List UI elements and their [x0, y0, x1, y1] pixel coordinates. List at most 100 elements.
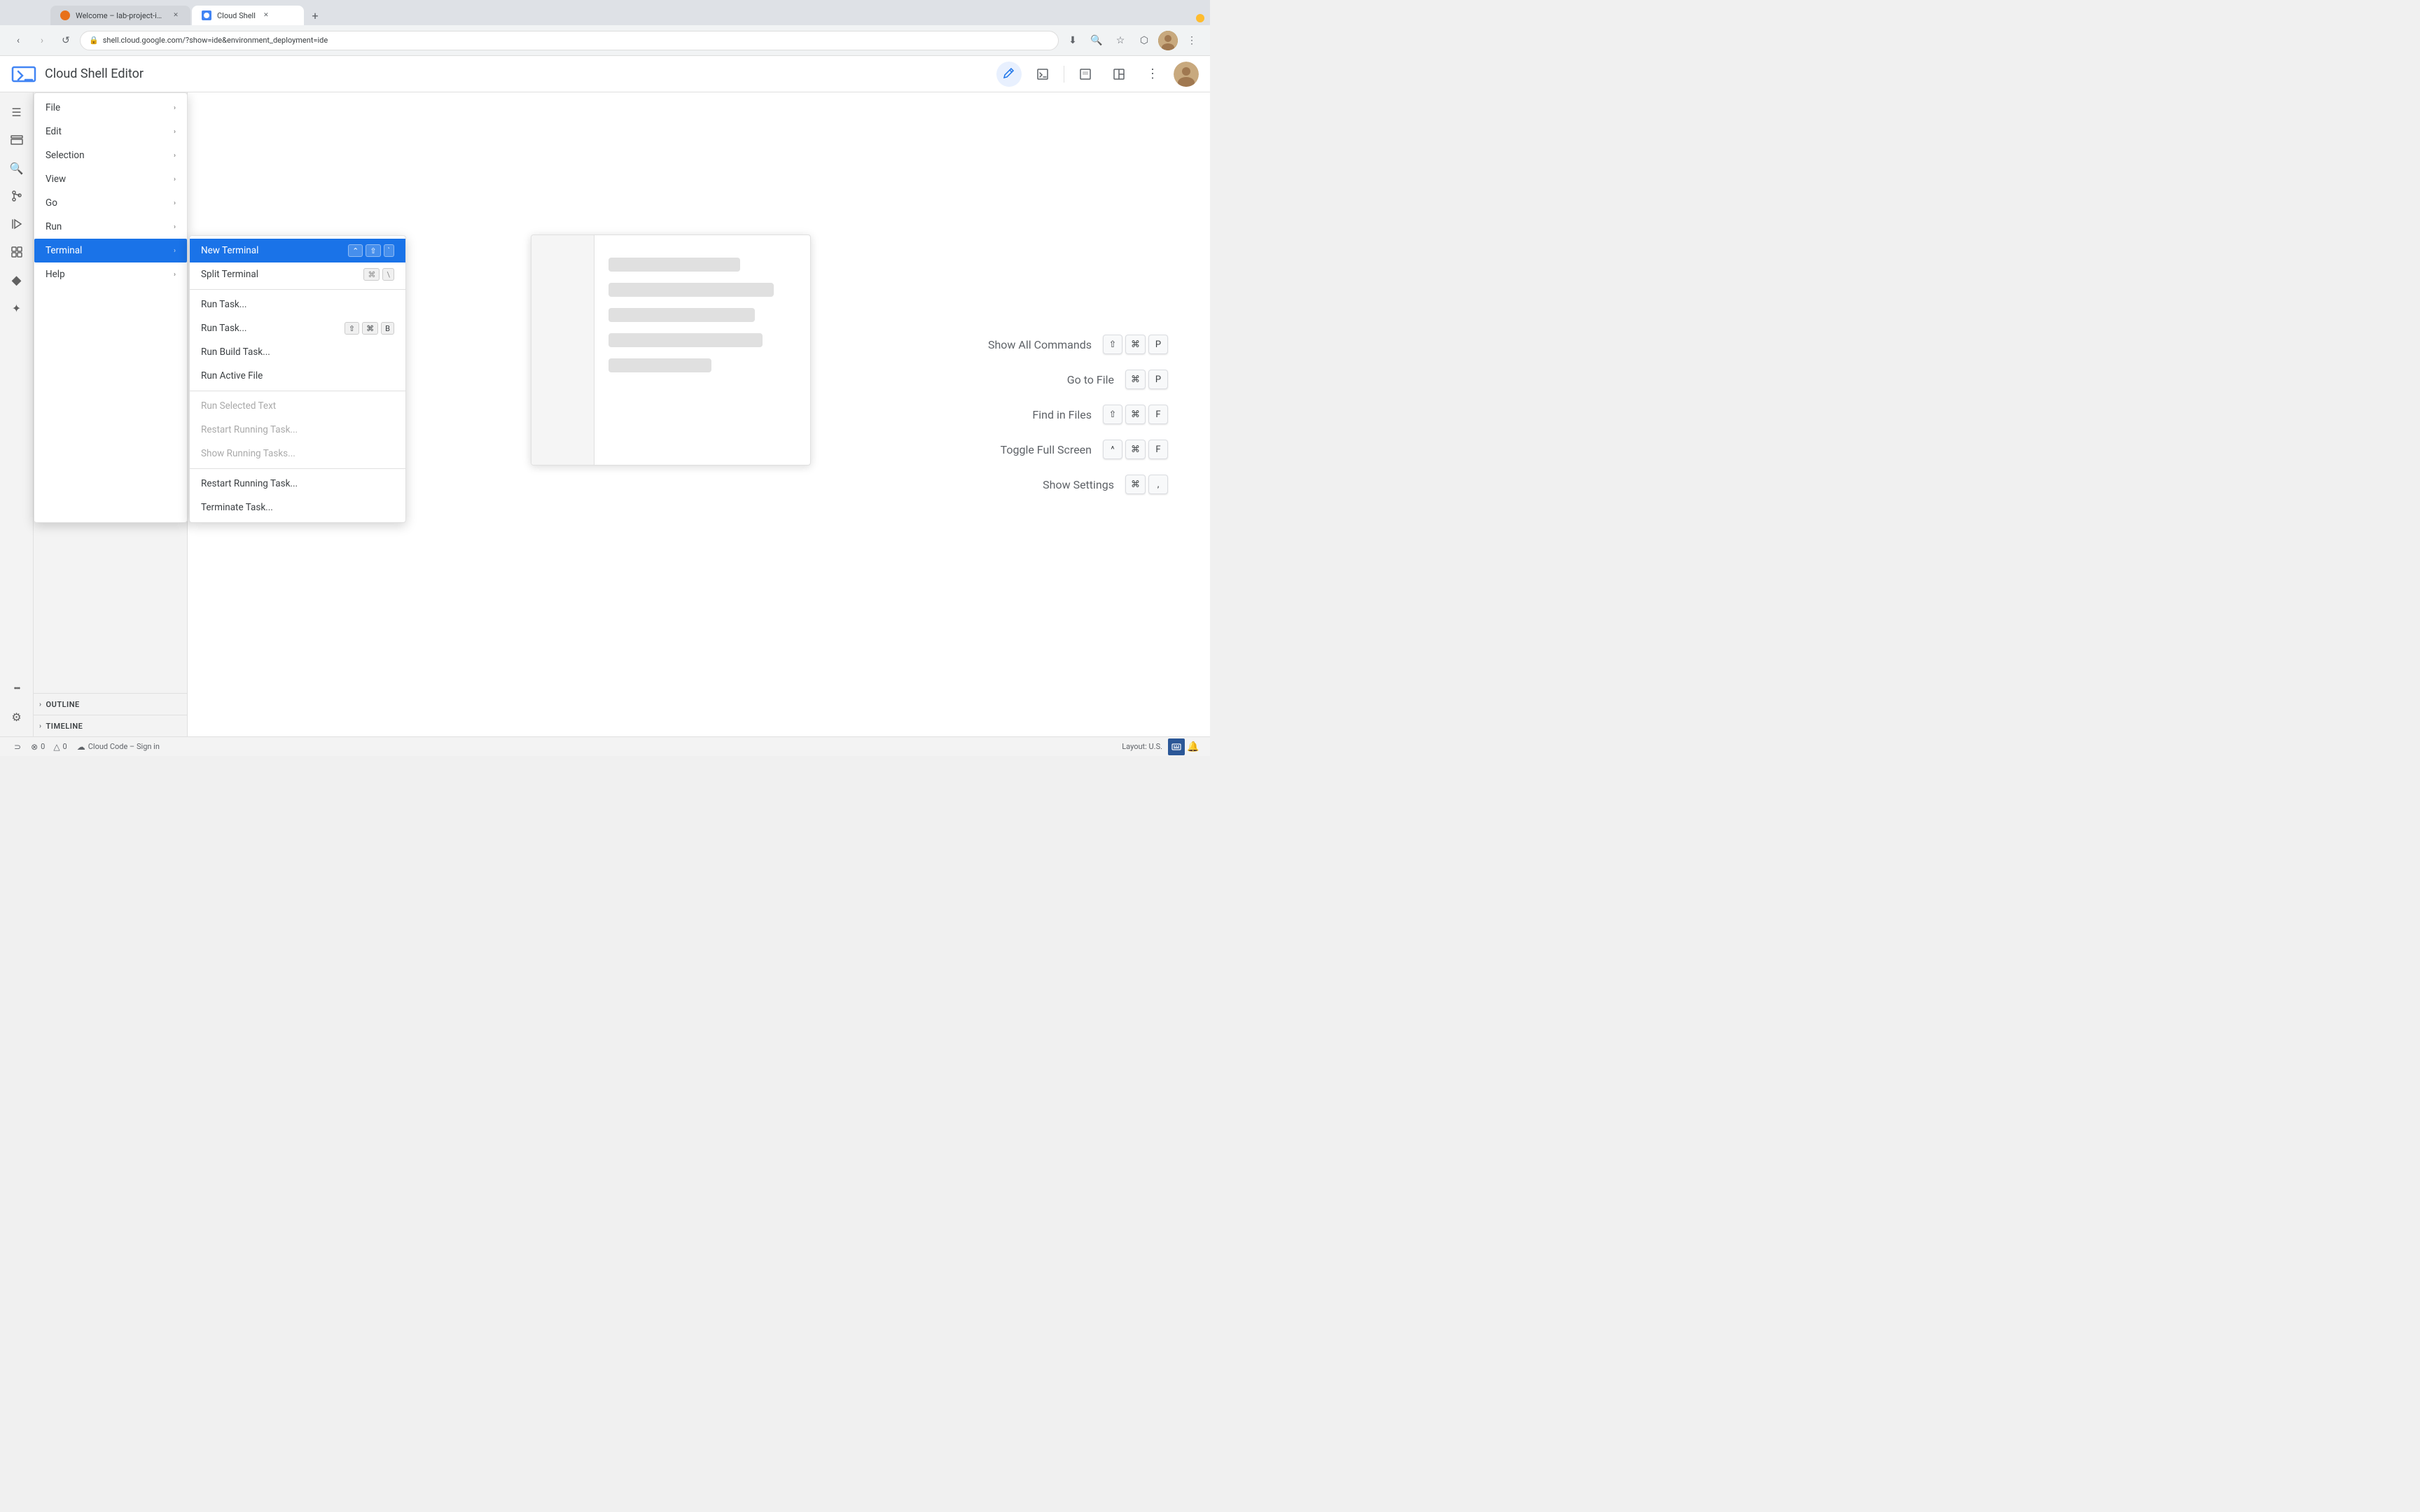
activity-bar: ☰ 🔍 ◆ ✦ ••• ⚙: [0, 92, 34, 736]
status-warnings[interactable]: △ 0: [49, 737, 71, 756]
shortcut-label-settings: Show Settings: [988, 478, 1114, 491]
submenu-new-terminal[interactable]: New Terminal ⌃ ⇧ `: [190, 239, 405, 262]
selection-chevron: ›: [174, 152, 176, 160]
activity-item-more[interactable]: •••: [4, 676, 29, 701]
extensions-chrome-icon[interactable]: ⬡: [1134, 31, 1154, 50]
shortcut-keys-settings: ⌘ ,: [1125, 475, 1168, 494]
submenu-run-active-file[interactable]: Run Build Task...: [190, 340, 405, 364]
activity-item-extensions[interactable]: [4, 239, 29, 265]
submenu-run-build-task[interactable]: Run Task... ⇧ ⌘ B: [190, 316, 405, 340]
menu-item-run[interactable]: Run ›: [34, 215, 187, 239]
activity-item-cloud-code[interactable]: ◆: [4, 267, 29, 293]
shortcut-label-all-commands: Show All Commands: [988, 338, 1092, 351]
key-f2: F: [1148, 440, 1168, 459]
key-p: P: [1148, 335, 1168, 354]
browser-chrome: Welcome – lab-project-id-e... ✕ Cloud Sh…: [0, 0, 1210, 25]
tab-close-welcome[interactable]: ✕: [171, 10, 181, 20]
timeline-section: › TIMELINE: [34, 715, 187, 736]
more-menu-btn[interactable]: ⋮: [1140, 62, 1165, 87]
preview-btn[interactable]: [1073, 62, 1098, 87]
favicon-cloud-shell: [202, 10, 211, 20]
terminal-btn[interactable]: [1030, 62, 1055, 87]
menu-item-terminal[interactable]: Terminal ›: [34, 239, 187, 262]
key-shift2: ⇧: [1103, 405, 1122, 424]
outline-header[interactable]: › OUTLINE: [34, 694, 187, 715]
tab-cloud-shell[interactable]: Cloud Shell ✕: [192, 6, 304, 25]
menu-item-selection[interactable]: Selection ›: [34, 144, 187, 167]
status-bar: ⊃ ⊗ 0 △ 0 ☁ Cloud Code – Sign in Layout:…: [0, 736, 1210, 756]
shortcut-row-full-screen: Toggle Full Screen ^ ⌘ F: [988, 440, 1168, 459]
shortcut-row-find-in-files: Find in Files ⇧ ⌘ F: [988, 405, 1168, 424]
shortcut-label-find-in-files: Find in Files: [988, 408, 1092, 421]
tab-close-cloud-shell[interactable]: ✕: [261, 10, 271, 20]
preview-sidebar: [531, 235, 594, 465]
search-icon[interactable]: 🔍: [1087, 31, 1106, 50]
key-f: F: [1148, 405, 1168, 424]
app-logo: [11, 62, 36, 87]
app-header: Cloud Shell Editor ⋮: [0, 56, 1210, 92]
activity-item-ai[interactable]: ✦: [4, 295, 29, 321]
layout-status[interactable]: Layout: U.S.: [1116, 737, 1168, 756]
terminal-chevron: ›: [174, 247, 176, 255]
address-bar[interactable]: 🔒 shell.cloud.google.com/?show=ide&envir…: [80, 31, 1059, 50]
tab-welcome-label: Welcome – lab-project-id-e...: [76, 11, 165, 20]
outline-label: OUTLINE: [46, 700, 80, 709]
tab-welcome[interactable]: Welcome – lab-project-id-e... ✕: [50, 6, 190, 25]
key-shift: ⇧: [1103, 335, 1122, 354]
cloud-code-label: Cloud Code – Sign in: [88, 742, 160, 751]
downloads-icon[interactable]: ⬇: [1063, 31, 1083, 50]
submenu-sep1: [190, 289, 405, 290]
layout-btn[interactable]: [1106, 62, 1132, 87]
shortcut-label-go-to-file: Go to File: [988, 373, 1114, 386]
edit-btn[interactable]: [996, 62, 1022, 87]
user-avatar-chrome[interactable]: [1158, 31, 1178, 50]
menu-item-help[interactable]: Help ›: [34, 262, 187, 286]
submenu-run-selected-text[interactable]: Run Active File: [190, 364, 405, 388]
keyboard-icon-status[interactable]: [1168, 738, 1185, 755]
new-tab-button[interactable]: +: [305, 6, 325, 25]
menu-item-edit[interactable]: Edit ›: [34, 120, 187, 144]
timeline-header[interactable]: › TIMELINE: [34, 715, 187, 736]
address-text: shell.cloud.google.com/?show=ide&environ…: [103, 36, 328, 45]
timeline-label: TIMELINE: [46, 722, 83, 731]
lock-icon: 🔒: [89, 36, 99, 45]
help-chevron: ›: [174, 271, 176, 279]
user-avatar[interactable]: [1174, 62, 1199, 87]
activity-item-menu[interactable]: ☰: [4, 99, 29, 125]
menu-item-file[interactable]: File ›: [34, 96, 187, 120]
bell-icon-status[interactable]: 🔔: [1185, 738, 1202, 755]
timeline-arrow: ›: [39, 722, 42, 730]
nav-forward[interactable]: ›: [32, 31, 52, 50]
shortcut-keys-full-screen: ^ ⌘ F: [1103, 440, 1168, 459]
status-remote-icon[interactable]: ⊃: [8, 737, 27, 756]
run-build-shortcut: ⇧ ⌘ B: [345, 322, 394, 335]
submenu-show-running-tasks: Run Selected Text: [190, 394, 405, 418]
submenu-configure-default-build-task[interactable]: Terminate Task...: [190, 496, 405, 519]
activity-item-explorer[interactable]: [4, 127, 29, 153]
welcome-preview: [531, 234, 811, 465]
error-count: 0: [41, 742, 45, 751]
menu-item-go[interactable]: Go ›: [34, 191, 187, 215]
submenu-sep3: [190, 468, 405, 469]
activity-item-search[interactable]: 🔍: [4, 155, 29, 181]
activity-item-source-control[interactable]: [4, 183, 29, 209]
submenu-run-task[interactable]: Run Task...: [190, 293, 405, 316]
activity-item-settings[interactable]: ⚙: [4, 704, 29, 729]
bookmark-icon[interactable]: ☆: [1111, 31, 1130, 50]
status-errors[interactable]: ⊗ 0: [27, 737, 49, 756]
app-container: Cloud Shell Editor ⋮ ☰ 🔍: [0, 56, 1210, 756]
submenu-configure-tasks[interactable]: Restart Running Task...: [190, 472, 405, 496]
new-terminal-shortcut: ⌃ ⇧ `: [348, 244, 394, 257]
menu-overlay: File › Edit › Selection › View › Go ›: [34, 92, 406, 523]
activity-item-run[interactable]: [4, 211, 29, 237]
cloud-code-status[interactable]: ☁ Cloud Code – Sign in: [71, 737, 165, 756]
preview-block-1: [609, 258, 740, 272]
nav-back[interactable]: ‹: [8, 31, 28, 50]
window-controls: [1196, 14, 1204, 25]
chrome-menu-icon[interactable]: ⋮: [1182, 31, 1202, 50]
run-chevron: ›: [174, 223, 176, 231]
nav-reload[interactable]: ↺: [56, 31, 76, 50]
menu-item-view[interactable]: View ›: [34, 167, 187, 191]
submenu-split-terminal[interactable]: Split Terminal ⌘ \: [190, 262, 405, 286]
key-ctrl: ^: [1103, 440, 1122, 459]
